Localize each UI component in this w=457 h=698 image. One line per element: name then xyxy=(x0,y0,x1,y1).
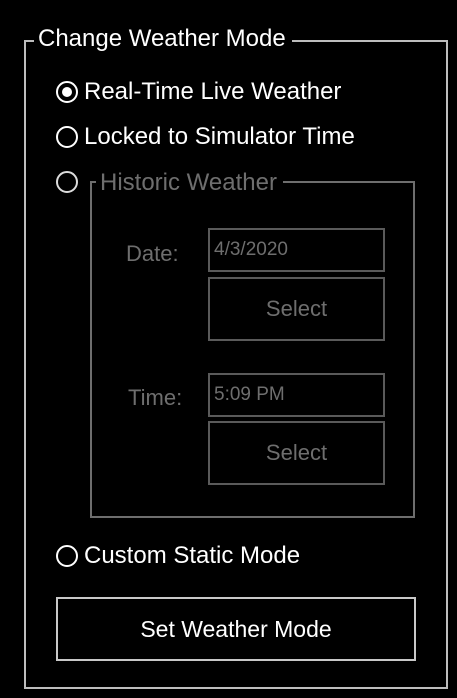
radio-label-real-time: Real-Time Live Weather xyxy=(84,78,342,105)
radio-label-custom-static: Custom Static Mode xyxy=(84,542,301,569)
set-weather-mode-button[interactable]: Set Weather Mode xyxy=(56,597,416,661)
radio-custom-static-mode[interactable]: Custom Static Mode xyxy=(56,541,300,571)
radio-historic-weather[interactable] xyxy=(56,171,84,193)
radio-unchecked-icon[interactable] xyxy=(56,171,78,193)
date-select-button[interactable]: Select xyxy=(208,277,385,341)
radio-real-time-live-weather[interactable]: Real-Time Live Weather xyxy=(56,77,341,107)
historic-weather-title: Historic Weather xyxy=(96,168,283,198)
time-label: Time: xyxy=(128,385,183,410)
date-field[interactable]: 4/3/2020 xyxy=(208,228,385,272)
radio-label-locked: Locked to Simulator Time xyxy=(84,123,355,150)
radio-unchecked-icon[interactable] xyxy=(56,545,78,567)
time-field[interactable]: 5:09 PM xyxy=(208,373,385,417)
radio-unchecked-icon[interactable] xyxy=(56,126,78,148)
radio-checked-icon[interactable] xyxy=(56,81,78,103)
radio-locked-to-simulator-time[interactable]: Locked to Simulator Time xyxy=(56,122,355,152)
date-label: Date: xyxy=(126,241,179,266)
time-select-button[interactable]: Select xyxy=(208,421,385,485)
group-title: Change Weather Mode xyxy=(34,24,292,54)
